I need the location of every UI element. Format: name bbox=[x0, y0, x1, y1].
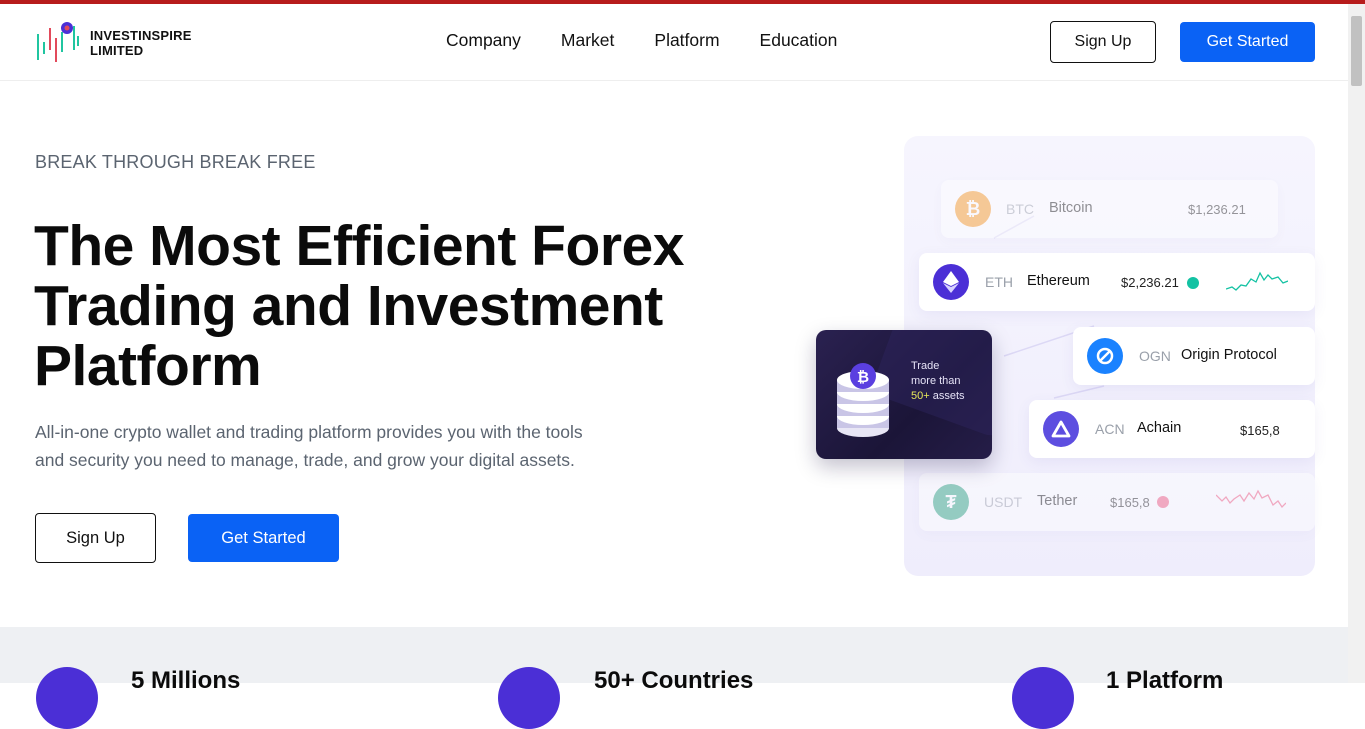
coin-name: Bitcoin bbox=[1049, 200, 1093, 216]
coin-symbol: USDT bbox=[984, 494, 1023, 510]
site-header: INVESTINSPIRE LIMITED Company Market Pla… bbox=[0, 4, 1348, 81]
header-get-started-button[interactable]: Get Started bbox=[1180, 22, 1315, 62]
promo-line: Trade bbox=[911, 360, 940, 372]
promo-line: more than bbox=[911, 375, 961, 387]
tether-icon: ₮ bbox=[933, 484, 969, 520]
svg-text:₿: ₿ bbox=[857, 369, 869, 386]
stat-countries-icon bbox=[498, 667, 560, 729]
headline-line: Trading and Investment bbox=[34, 274, 663, 338]
coin-symbol: OGN bbox=[1139, 348, 1171, 364]
coin-symbol: ACN bbox=[1095, 421, 1125, 437]
headline-line: The Most Efficient Forex bbox=[34, 214, 684, 278]
description-line: and security you need to manage, trade, … bbox=[35, 450, 575, 470]
promo-line: 50+ assets bbox=[911, 389, 965, 404]
header-signup-button[interactable]: Sign Up bbox=[1050, 21, 1156, 63]
coin-name: Achain bbox=[1137, 420, 1182, 436]
coin-price: $1,236.21 bbox=[1188, 202, 1246, 217]
scrollbar-thumb[interactable] bbox=[1351, 16, 1362, 86]
headline-line: Platform bbox=[34, 334, 262, 398]
brand-name-line2: LIMITED bbox=[90, 43, 144, 58]
coin-symbol: ETH bbox=[985, 274, 1013, 290]
promo-text: Trade more than 50+ assets bbox=[911, 359, 965, 404]
brand-name-line1: INVESTINSPIRE bbox=[90, 28, 192, 43]
stat-label: 5 Millions bbox=[131, 667, 241, 694]
logo-chart-icon bbox=[37, 22, 79, 62]
hero-description: All-in-one crypto wallet and trading pla… bbox=[35, 418, 675, 474]
coin-symbol: BTC bbox=[1006, 201, 1034, 217]
eth-sparkline bbox=[1226, 271, 1288, 291]
trend-up-icon bbox=[1187, 277, 1199, 289]
nav-market[interactable]: Market bbox=[561, 30, 614, 51]
stat-users-icon bbox=[36, 667, 98, 729]
coin-name: Ethereum bbox=[1027, 273, 1090, 289]
promo-highlight: 50+ bbox=[911, 390, 930, 402]
logo[interactable]: INVESTINSPIRE LIMITED bbox=[34, 20, 214, 66]
description-line: All-in-one crypto wallet and trading pla… bbox=[35, 422, 583, 442]
promo-suffix: assets bbox=[929, 390, 965, 402]
coin-stack-icon: ₿ bbox=[837, 363, 889, 437]
hero-get-started-button[interactable]: Get Started bbox=[188, 514, 339, 562]
trend-down-icon bbox=[1157, 496, 1169, 508]
stat-label: 1 Platform bbox=[1106, 667, 1224, 694]
nav-company[interactable]: Company bbox=[446, 30, 521, 51]
origin-protocol-icon bbox=[1087, 338, 1123, 374]
coin-row-ogn[interactable]: OGN Origin Protocol bbox=[1073, 327, 1315, 385]
stat-platform-icon bbox=[1012, 667, 1074, 729]
usdt-sparkline bbox=[1216, 489, 1286, 509]
hero-headline: The Most Efficient Forex Trading and Inv… bbox=[34, 216, 754, 396]
page-scrollbar[interactable] bbox=[1348, 4, 1365, 683]
hero-signup-button[interactable]: Sign Up bbox=[35, 513, 156, 563]
hero-eyebrow: BREAK THROUGH BREAK FREE bbox=[35, 152, 316, 172]
coin-name: Tether bbox=[1037, 493, 1078, 509]
ethereum-icon bbox=[933, 264, 969, 300]
achain-icon bbox=[1043, 411, 1079, 447]
coin-row-usdt[interactable]: ₮ USDT Tether $165,8 bbox=[919, 473, 1315, 531]
coin-row-btc[interactable]: ₿ BTC Bitcoin $1,236.21 bbox=[941, 180, 1278, 238]
coin-price: $165,8 bbox=[1110, 495, 1150, 510]
nav-education[interactable]: Education bbox=[760, 30, 838, 51]
stats-section: 5 Millions 50+ Countries 1 Platform bbox=[0, 627, 1348, 729]
coin-price: $2,236.21 bbox=[1121, 275, 1179, 290]
coin-price: $165,8 bbox=[1240, 423, 1280, 438]
bitcoin-icon: ₿ bbox=[955, 191, 991, 227]
stat-label: 50+ Countries bbox=[594, 667, 754, 694]
trade-assets-promo[interactable]: ₿ Trade more than 50+ assets bbox=[816, 330, 992, 459]
coin-row-acn[interactable]: ACN Achain $165,8 bbox=[1029, 400, 1315, 458]
main-nav: Company Market Platform Education bbox=[446, 30, 837, 51]
coin-name: Origin Protocol bbox=[1181, 347, 1277, 363]
nav-platform[interactable]: Platform bbox=[654, 30, 719, 51]
coin-row-eth[interactable]: ETH Ethereum $2,236.21 bbox=[919, 253, 1315, 311]
